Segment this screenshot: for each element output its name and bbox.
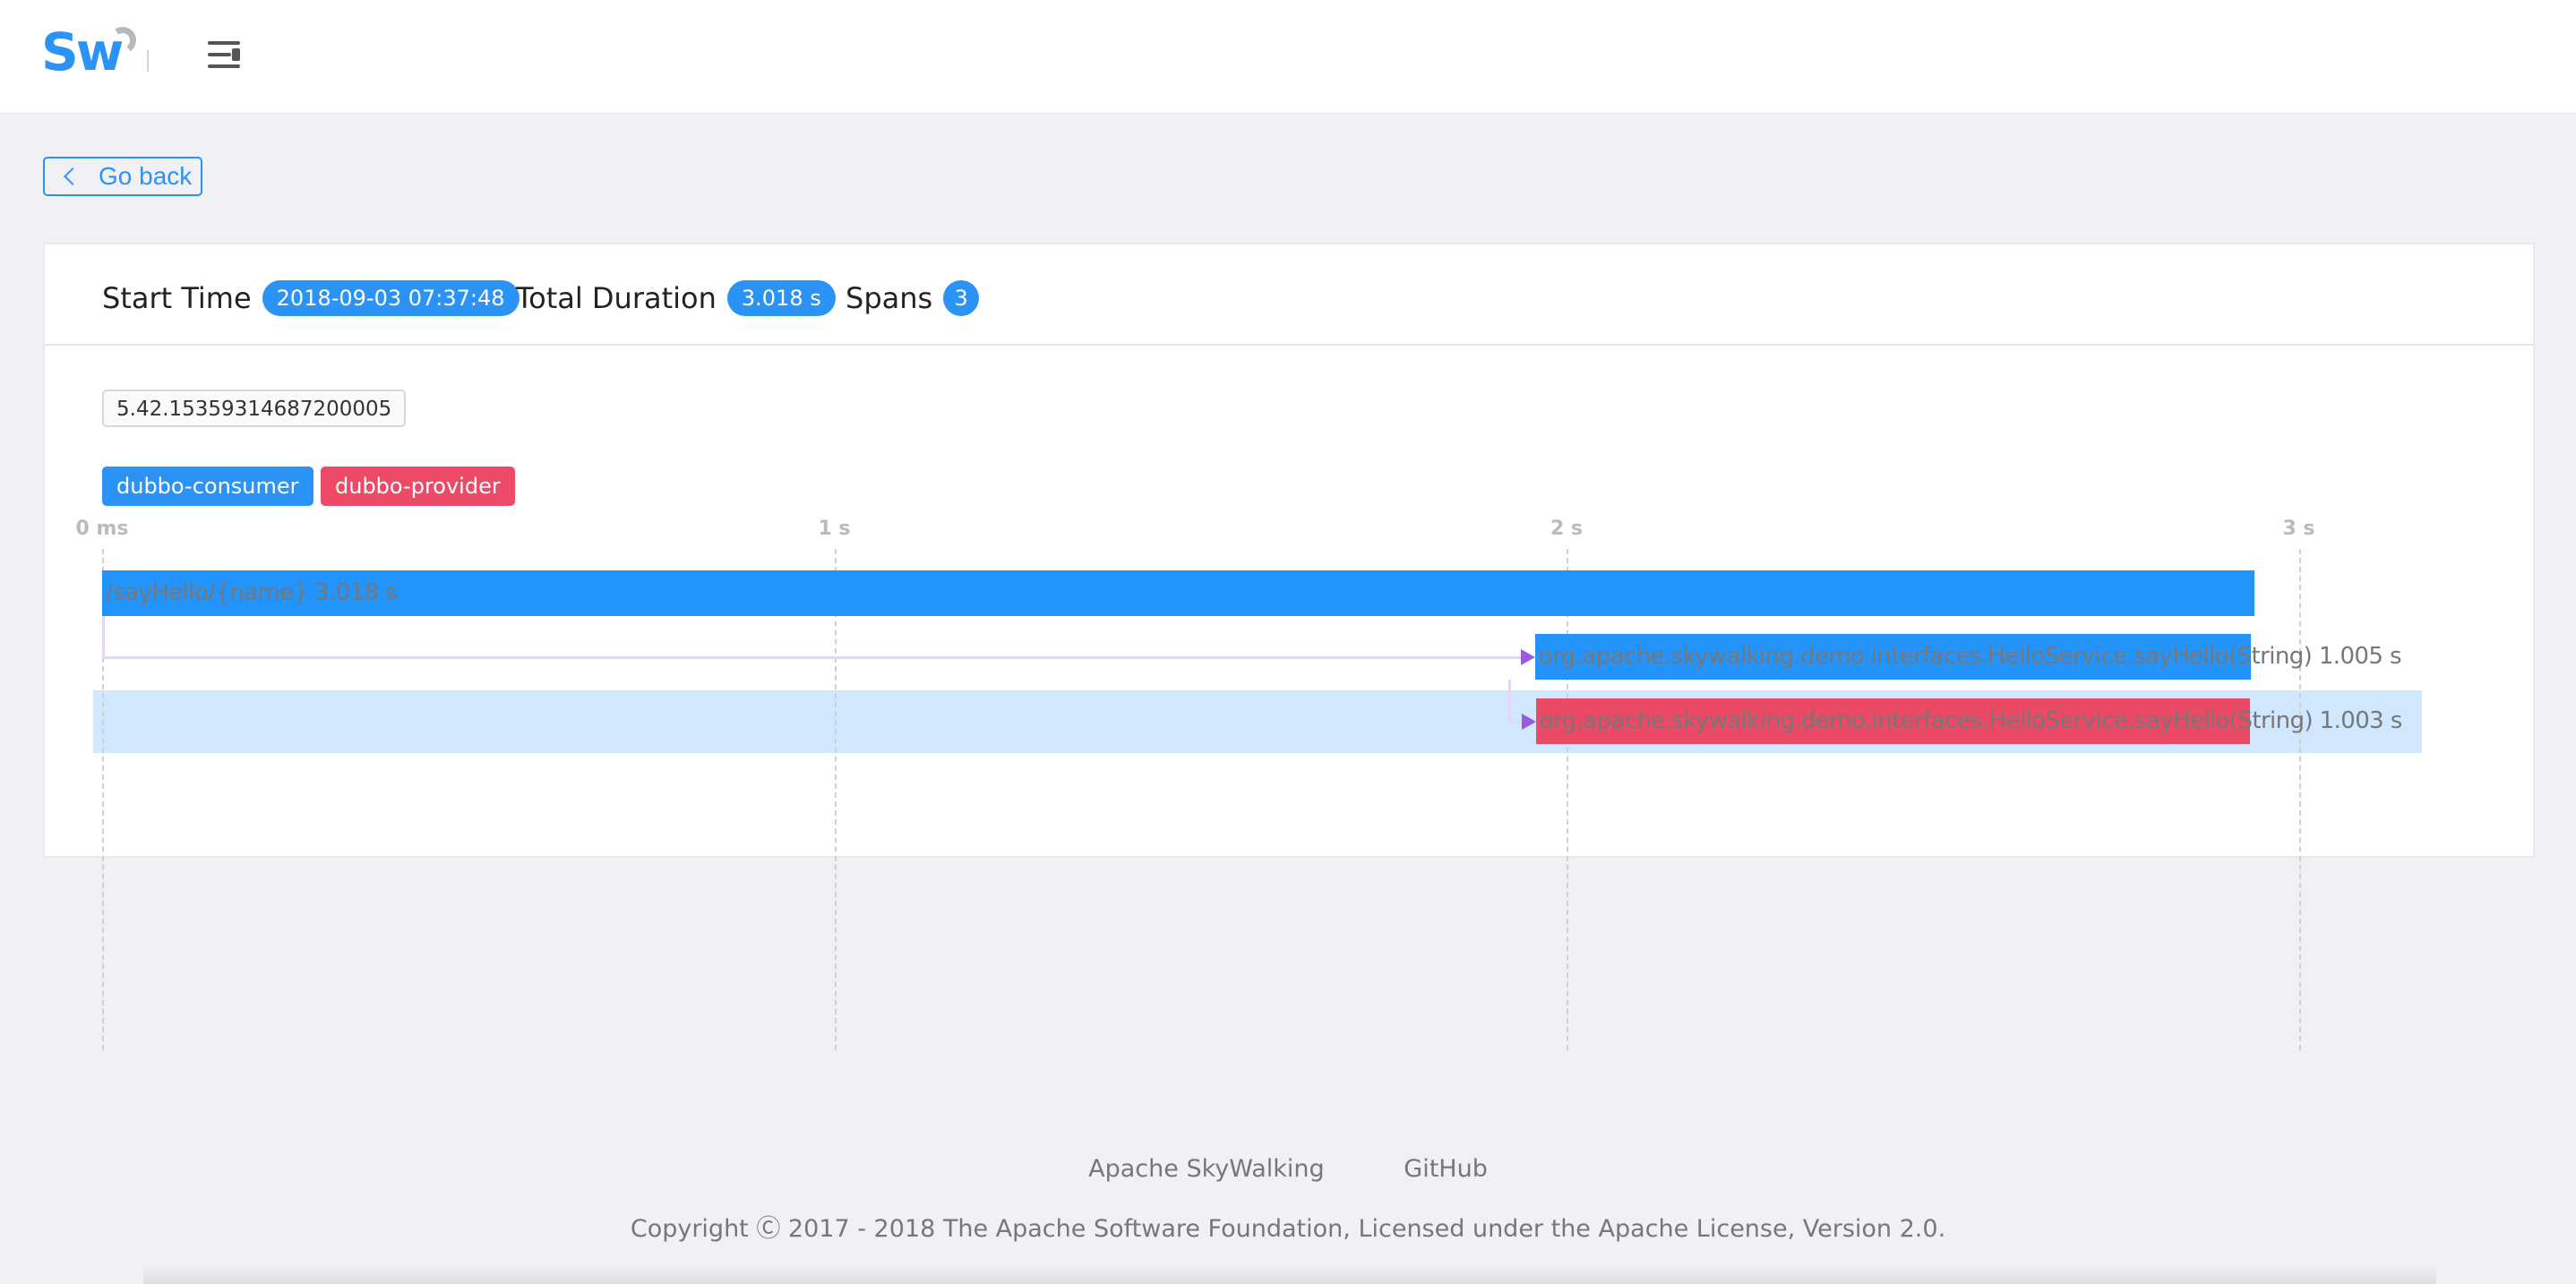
axis-grid-line [834,549,837,1050]
spans-stat: Spans 3 [846,280,980,316]
logo-text: Sw [41,21,124,82]
spans-label: Spans [846,281,933,315]
axis-grid-line [1567,549,1568,1050]
menu-line [208,64,240,68]
menu-line [208,41,240,45]
trace-summary: Start Time 2018-09-03 07:37:48 Total Dur… [45,244,2533,346]
axis-grid-line [102,549,104,1050]
total-duration-stat: Total Duration 3.018 s [516,280,836,316]
axis-tick-label: 0 ms [75,518,129,540]
start-time-badge: 2018-09-03 07:37:48 [262,280,519,316]
start-time-label: Start Time [102,281,252,315]
top-header: Sw [0,0,2576,114]
span-arrow-icon [1521,713,1536,730]
span-bar[interactable] [102,570,2255,616]
trace-id-selector[interactable]: 5.42.15359314687200005 [102,389,407,427]
axis-grid-line [2298,549,2301,1050]
menu-line [208,53,231,56]
footer-link-github[interactable]: GitHub [1404,1155,1488,1183]
chevron-left-icon [64,167,82,185]
total-duration-badge: 3.018 s [726,280,836,316]
span-connector-vertical [102,616,105,657]
start-time-stat: Start Time 2018-09-03 07:37:48 [102,280,519,316]
legend-dubbo-provider: dubbo-provider [321,467,515,506]
skywalking-logo[interactable]: Sw [41,21,140,82]
legend-dubbo-consumer: dubbo-consumer [102,467,313,506]
total-duration-label: Total Duration [516,281,717,315]
menu-arrow [232,48,240,61]
go-back-label: Go back [99,162,193,190]
footer-link-skywalking[interactable]: Apache SkyWalking [1088,1155,1325,1183]
span-connector-horizontal [102,655,1523,659]
footer-links: Apache SkyWalking GitHub [0,1155,2576,1183]
span-connector-horizontal [1507,720,1524,723]
span-label[interactable]: /sayHello/{name} 3.018 s [106,570,398,616]
header-divider [147,50,149,72]
axis-tick-label: 2 s [1550,518,1584,540]
bottom-shadow [143,1264,2436,1284]
span-label[interactable]: org.apache.skywalking.demo.interfaces.He… [1540,698,2403,744]
axis-tick-label: 1 s [818,518,851,540]
span-label[interactable]: org.apache.skywalking.demo.interfaces.He… [1539,634,2402,680]
axis-tick-label: 3 s [2282,518,2315,540]
span-arrow-icon [1520,648,1535,665]
copyright: Copyright Ⓒ 2017 - 2018 The Apache Softw… [630,1215,1946,1243]
trace-detail-card: Start Time 2018-09-03 07:37:48 Total Dur… [43,243,2535,1050]
menu-fold-icon[interactable] [208,39,240,70]
span-connector-vertical [1507,680,1511,722]
spans-count-badge: 3 [943,280,980,316]
go-back-button[interactable]: Go back [43,157,202,196]
